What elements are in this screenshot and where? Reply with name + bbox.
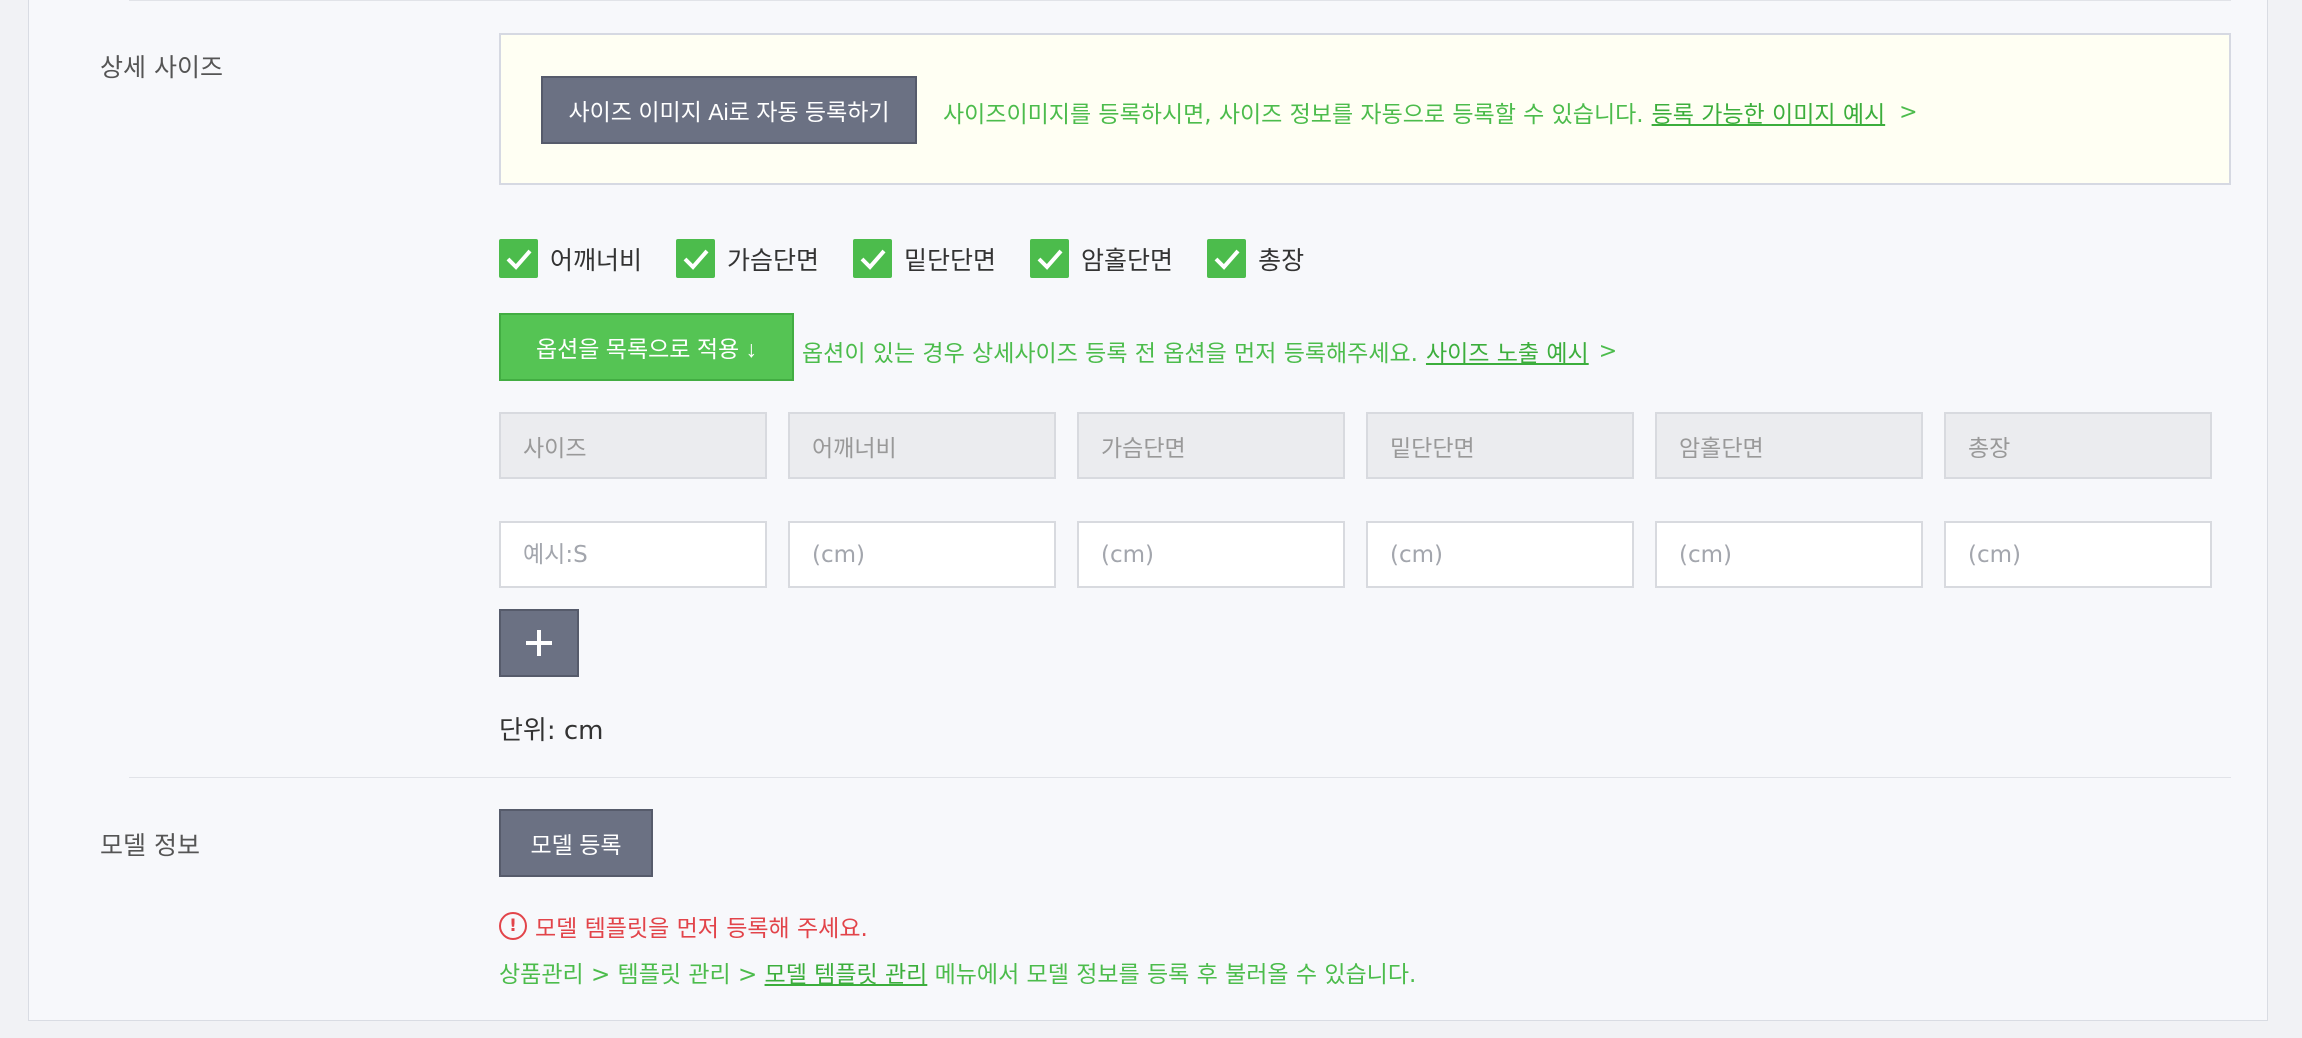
header-cell: 밑단단면 bbox=[1366, 412, 1634, 479]
chevron-right-icon: > bbox=[1598, 338, 1618, 364]
checkbox-label: 어깨너비 bbox=[550, 245, 643, 275]
checkbox-label: 가슴단면 bbox=[727, 245, 820, 275]
ai-size-desc-text: 사이즈이미지를 등록하시면, 사이즈 정보를 자동으로 등록할 수 있습니다. bbox=[943, 102, 1644, 128]
model-info-label: 모델 정보 bbox=[100, 831, 200, 860]
size-name-input[interactable] bbox=[499, 521, 767, 588]
check-icon bbox=[853, 239, 893, 278]
section-divider bbox=[129, 777, 2231, 778]
exclamation-circle-icon: ! bbox=[499, 912, 527, 940]
check-icon bbox=[1207, 239, 1247, 278]
checkbox-total-length[interactable]: 총장 bbox=[1207, 239, 1304, 278]
header-cell: 암홀단면 bbox=[1655, 412, 1923, 479]
apply-options-desc-text: 옵션이 있는 경우 상세사이즈 등록 전 옵션을 먼저 등록해주세요. bbox=[802, 341, 1418, 367]
unit-label: 단위: cm bbox=[499, 716, 604, 746]
path-prefix: 상품관리 > 템플릿 관리 > bbox=[499, 962, 765, 988]
top-divider bbox=[129, 0, 2231, 1]
header-cell: 사이즈 bbox=[499, 412, 767, 479]
checkbox-armhole-width[interactable]: 암홀단면 bbox=[1030, 239, 1173, 278]
size-table-header: 사이즈 어깨너비 가슴단면 밑단단면 암홀단면 총장 bbox=[499, 412, 2212, 479]
checkbox-shoulder-width[interactable]: 어깨너비 bbox=[499, 239, 642, 278]
size-table-row bbox=[499, 521, 2212, 588]
hem-width-input[interactable] bbox=[1366, 521, 1634, 588]
size-field-checkboxes: 어깨너비 가슴단면 밑단단면 암홀단면 총장 bbox=[499, 239, 1338, 278]
plus-icon bbox=[526, 630, 552, 656]
add-size-row-button[interactable] bbox=[499, 609, 579, 677]
product-form-panel: 상세 사이즈 사이즈 이미지 Ai로 자동 등록하기 사이즈이미지를 등록하시면… bbox=[28, 0, 2268, 1021]
header-cell: 가슴단면 bbox=[1077, 412, 1345, 479]
checkbox-label: 총장 bbox=[1258, 245, 1305, 275]
armhole-width-input[interactable] bbox=[1655, 521, 1923, 588]
shoulder-width-input[interactable] bbox=[788, 521, 1056, 588]
path-suffix: 메뉴에서 모델 정보를 등록 후 불러올 수 있습니다. bbox=[927, 962, 1417, 988]
total-length-input[interactable] bbox=[1944, 521, 2212, 588]
ai-size-register-box: 사이즈 이미지 Ai로 자동 등록하기 사이즈이미지를 등록하시면, 사이즈 정… bbox=[499, 33, 2231, 185]
ai-example-link[interactable]: 등록 가능한 이미지 예시 bbox=[1652, 95, 1886, 129]
ai-size-description: 사이즈이미지를 등록하시면, 사이즈 정보를 자동으로 등록할 수 있습니다. … bbox=[943, 95, 1918, 129]
check-icon bbox=[676, 239, 716, 278]
checkbox-label: 밑단단면 bbox=[904, 245, 997, 275]
header-cell: 어깨너비 bbox=[788, 412, 1056, 479]
checkbox-hem-width[interactable]: 밑단단면 bbox=[853, 239, 996, 278]
header-cell: 총장 bbox=[1944, 412, 2212, 479]
model-template-warning: ! 모델 템플릿을 먼저 등록해 주세요. bbox=[499, 909, 868, 943]
model-template-link[interactable]: 모델 템플릿 관리 bbox=[765, 962, 928, 988]
size-display-example-link[interactable]: 사이즈 노출 예시 bbox=[1426, 334, 1589, 368]
apply-options-description: 옵션이 있는 경우 상세사이즈 등록 전 옵션을 먼저 등록해주세요. 사이즈 … bbox=[802, 334, 1617, 368]
check-icon bbox=[499, 239, 538, 278]
chevron-right-icon: > bbox=[1899, 99, 1918, 125]
check-icon bbox=[1030, 239, 1070, 278]
model-register-button[interactable]: 모델 등록 bbox=[499, 809, 653, 877]
template-menu-path: 상품관리 > 템플릿 관리 > 모델 템플릿 관리 메뉴에서 모델 정보를 등록… bbox=[499, 955, 1416, 989]
ai-size-register-button[interactable]: 사이즈 이미지 Ai로 자동 등록하기 bbox=[541, 76, 917, 144]
detail-size-label: 상세 사이즈 bbox=[100, 53, 223, 82]
checkbox-chest-width[interactable]: 가슴단면 bbox=[676, 239, 819, 278]
chest-width-input[interactable] bbox=[1077, 521, 1345, 588]
warning-text: 모델 템플릿을 먼저 등록해 주세요. bbox=[535, 916, 868, 942]
apply-options-button[interactable]: 옵션을 목록으로 적용 ↓ bbox=[499, 313, 794, 381]
checkbox-label: 암홀단면 bbox=[1081, 245, 1174, 275]
